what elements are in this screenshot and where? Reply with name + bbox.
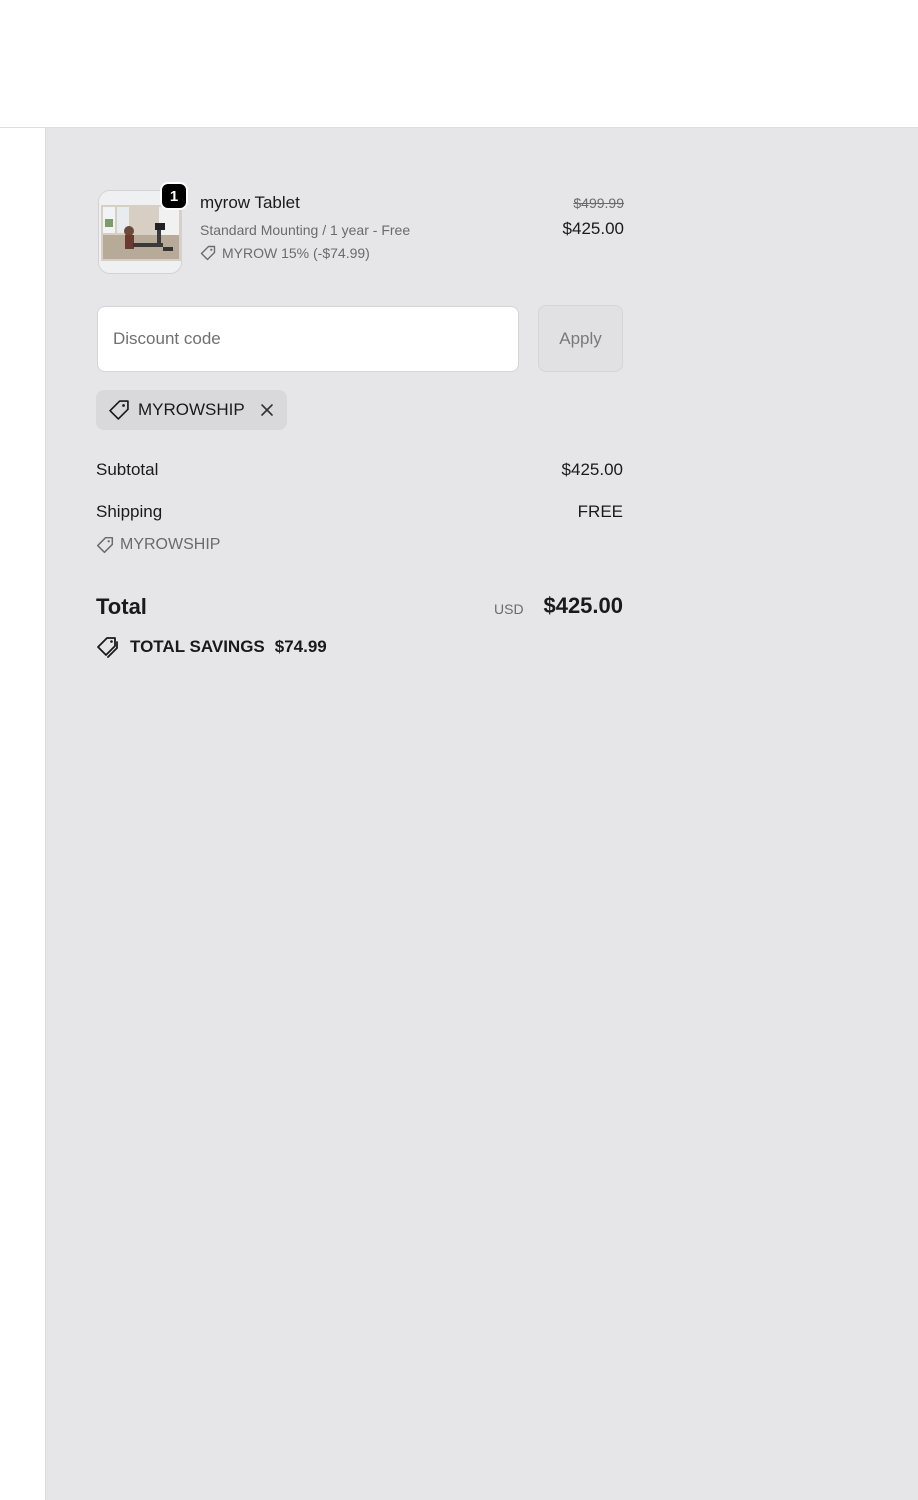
shipping-label: Shipping [96, 502, 163, 521]
total-label: Total [96, 594, 147, 619]
applied-discount-code: MYROWSHIP [138, 400, 245, 419]
applied-discount-chip: MYROWSHIP [96, 390, 287, 430]
shipping-value: FREE [577, 502, 623, 521]
apply-discount-button[interactable]: Apply [538, 305, 623, 372]
savings-tags-icon [97, 637, 118, 658]
product-name: myrow Tablet [200, 193, 300, 212]
remove-discount-button[interactable] [259, 402, 275, 418]
item-price: $425.00 [562, 219, 624, 238]
header-bar [0, 0, 918, 128]
order-summary: 1 myrow Tablet Standard Mounting / 1 yea… [46, 128, 918, 1500]
total-amount: $425.00 [543, 593, 623, 618]
original-price: $499.99 [573, 195, 624, 211]
savings-value: $74.99 [274, 637, 327, 656]
quantity-badge: 1 [160, 182, 188, 210]
shipping-discount: MYROWSHIP [96, 536, 220, 554]
checkout-main-pane [0, 128, 46, 1500]
product-variant: Standard Mounting / 1 year - Free [200, 222, 411, 238]
item-discount: MYROW 15% (-$74.99) [200, 245, 370, 261]
savings-label: TOTAL SAVINGS [130, 637, 265, 656]
tag-icon [96, 536, 114, 554]
tag-icon [200, 245, 216, 261]
total-savings: TOTAL SAVINGS $74.99 [96, 636, 327, 658]
tag-icon [109, 400, 129, 420]
item-discount-label: MYROW 15% (-$74.99) [222, 245, 370, 261]
line-item: 1 myrow Tablet Standard Mounting / 1 yea… [98, 182, 624, 274]
currency-code: USD [494, 601, 524, 617]
subtotal-label: Subtotal [96, 460, 159, 479]
shipping-discount-code: MYROWSHIP [120, 536, 221, 553]
close-icon[interactable] [259, 402, 275, 418]
subtotal-value: $425.00 [561, 460, 623, 479]
discount-code-input[interactable] [97, 306, 519, 372]
